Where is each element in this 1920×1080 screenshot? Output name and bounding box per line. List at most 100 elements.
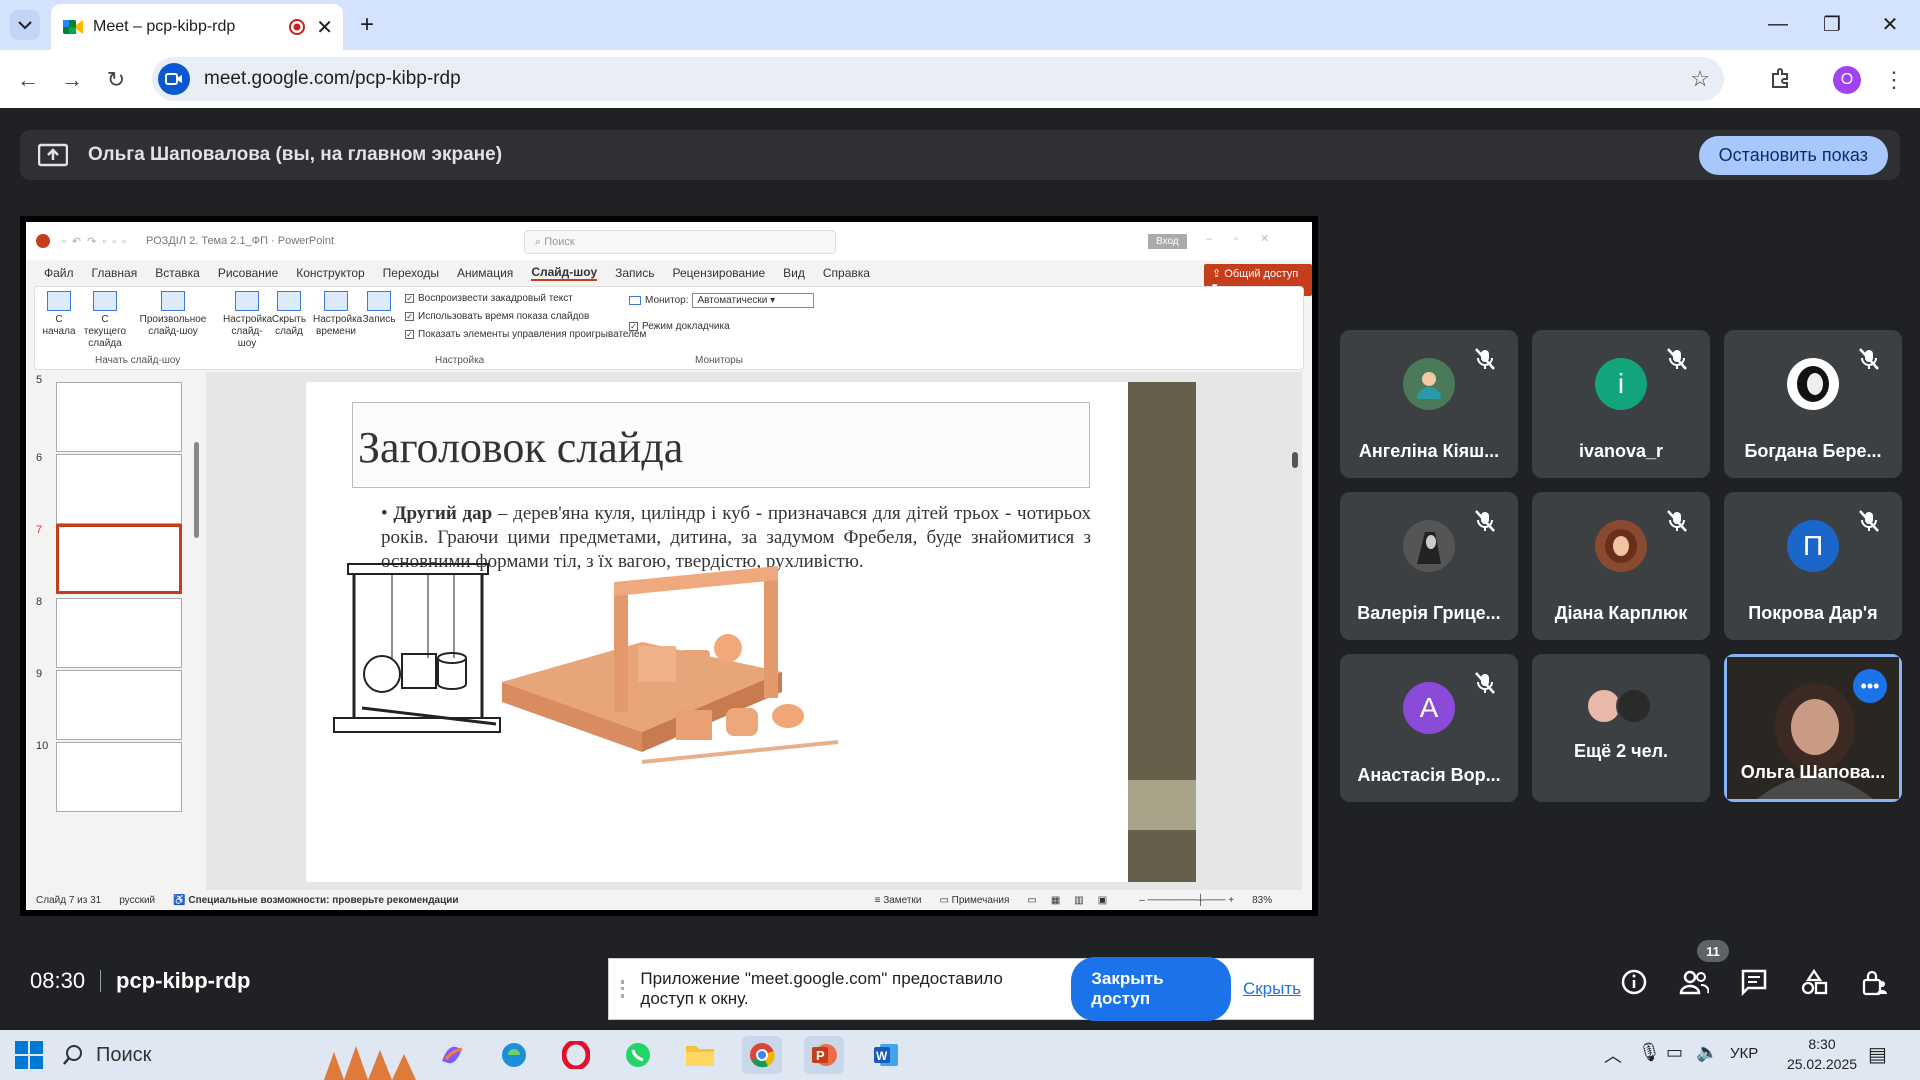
browser-menu-icon[interactable]: ⋮ <box>1878 64 1910 96</box>
participant-tile[interactable]: Богдана Бере... <box>1724 330 1902 478</box>
whatsapp-app-icon[interactable] <box>618 1036 658 1074</box>
ppt-menu-help[interactable]: Справка <box>823 266 870 280</box>
timings-checkbox[interactable]: ✓ Использовать время показа слайдов <box>405 311 589 322</box>
hide-notice-link[interactable]: Скрыть <box>1243 979 1301 999</box>
stop-presenting-button[interactable]: Остановить показ <box>1698 135 1888 175</box>
restore-button[interactable]: ❐ <box>1812 8 1852 40</box>
site-info-icon[interactable] <box>158 63 190 95</box>
participant-tile[interactable]: Ангеліна Кіяш... <box>1340 330 1518 478</box>
ppt-menu-record[interactable]: Запись <box>615 266 654 280</box>
reload-button[interactable]: ↻ <box>100 64 132 96</box>
notifications-icon[interactable]: ▤ <box>1868 1042 1887 1067</box>
extensions-icon[interactable] <box>1764 62 1796 94</box>
more-options-icon[interactable]: ••• <box>1853 669 1887 703</box>
current-slide[interactable]: Заголовок слайда • Другий дар – дерев'ян… <box>306 382 1196 882</box>
controls-checkbox[interactable]: ✓ Показать элементы управления проигрыват… <box>405 329 646 340</box>
ppt-window-controls[interactable]: –▫✕ <box>1206 232 1291 245</box>
people-button[interactable] <box>1674 962 1714 1002</box>
participant-tile[interactable]: i ivanova_r <box>1532 330 1710 478</box>
new-tab-button[interactable]: + <box>352 10 382 40</box>
word-app-icon[interactable]: W <box>866 1036 906 1074</box>
accessibility-status[interactable]: ♿ Специальные возможности: проверьте рек… <box>173 895 458 906</box>
slide-thumbnail-7[interactable] <box>56 524 182 594</box>
more-participants-tile[interactable]: Ещё 2 чел. <box>1532 654 1710 802</box>
monitor-dropdown[interactable]: Автоматически ▾ <box>692 293 815 308</box>
minimize-button[interactable]: — <box>1758 8 1798 40</box>
activities-button[interactable] <box>1794 962 1834 1002</box>
thumbnails-scrollbar[interactable] <box>194 442 199 538</box>
slide-thumbnail-8[interactable] <box>56 598 182 668</box>
meeting-info-button[interactable] <box>1614 962 1654 1002</box>
file-explorer-icon[interactable] <box>680 1036 720 1074</box>
windows-start-icon[interactable] <box>14 1040 44 1070</box>
zoom-level[interactable]: 83% <box>1252 895 1272 906</box>
address-bar[interactable]: meet.google.com/pcp-kibp-rdp ☆ <box>152 57 1724 101</box>
volume-icon[interactable]: 🔈 <box>1696 1042 1718 1063</box>
slide-thumbnail-10[interactable] <box>56 742 182 812</box>
ppt-search-placeholder: Поиск <box>544 236 575 248</box>
close-tab-icon[interactable]: ✕ <box>316 15 333 40</box>
ppt-menu-file[interactable]: Файл <box>44 266 74 280</box>
ppt-menu-view[interactable]: Вид <box>783 266 805 280</box>
slide-scrollbar[interactable] <box>1292 452 1298 468</box>
back-button[interactable]: ← <box>12 64 44 96</box>
rehearse-button[interactable]: Настройка времени <box>313 291 362 338</box>
view-buttons[interactable]: ▭▦▥▣ <box>1027 895 1121 906</box>
monitor-icon <box>629 296 641 305</box>
chat-button[interactable] <box>1734 962 1774 1002</box>
ppt-menu-slideshow[interactable]: Слайд-шоу <box>531 265 598 281</box>
participant-tile[interactable]: П Покрова Дар'я <box>1724 492 1902 640</box>
self-video-tile[interactable]: ••• Ольга Шапова... <box>1724 654 1902 802</box>
narration-checkbox[interactable]: ✓ Воспроизвести закадровый текст <box>405 293 573 304</box>
ppt-menu-insert[interactable]: Вставка <box>155 266 200 280</box>
ppt-menu-review[interactable]: Рецензирование <box>673 266 766 280</box>
profile-avatar[interactable]: O <box>1833 66 1861 94</box>
slide-thumbnail-6[interactable] <box>56 454 182 524</box>
group-monitors-label: Мониторы <box>695 355 743 366</box>
custom-show-button[interactable]: Произвольное слайд-шоу <box>135 291 211 338</box>
participant-tile[interactable]: Діана Карплюк <box>1532 492 1710 640</box>
slide-thumbnail-5[interactable] <box>56 382 182 452</box>
slide-thumbnail-9[interactable] <box>56 670 182 740</box>
tab-search-button[interactable] <box>10 10 40 40</box>
opera-app-icon[interactable] <box>556 1036 596 1074</box>
participant-tile[interactable]: A Анастасія Вор... <box>1340 654 1518 802</box>
drag-handle-icon[interactable] <box>621 980 628 998</box>
edge-app-icon[interactable] <box>494 1036 534 1074</box>
chrome-app-icon[interactable] <box>742 1036 782 1074</box>
presenter-view-checkbox[interactable]: ✓ Режим докладчика <box>629 321 730 332</box>
input-language[interactable]: УКР <box>1730 1045 1758 1062</box>
setup-show-button[interactable]: Настройка слайд-шоу <box>223 291 272 350</box>
from-current-button[interactable]: С текущего слайда <box>79 291 131 350</box>
host-controls-button[interactable] <box>1854 962 1894 1002</box>
comments-button[interactable]: ▭ Примечания <box>939 895 1009 906</box>
language-indicator[interactable]: русский <box>119 895 155 906</box>
taskbar-search[interactable]: Поиск <box>62 1036 322 1074</box>
browser-tab-meet[interactable]: Meet – pcp-kibp-rdp ✕ <box>51 4 343 50</box>
close-window-button[interactable]: ✕ <box>1870 8 1910 40</box>
notes-button[interactable]: ≡ Заметки <box>875 895 922 906</box>
hide-slide-button[interactable]: Скрыть слайд <box>271 291 307 338</box>
ppt-signin-button[interactable]: Вход <box>1148 234 1187 249</box>
ppt-menu-design[interactable]: Конструктор <box>296 266 364 280</box>
system-clock[interactable]: 8:30 25.02.2025 <box>1782 1034 1862 1074</box>
ppt-menu-draw[interactable]: Рисование <box>218 266 278 280</box>
ppt-search-box[interactable]: ⌕ Поиск <box>524 230 836 254</box>
zoom-slider[interactable]: – ───────┼─── + <box>1139 895 1234 906</box>
network-icon[interactable]: ▭ <box>1666 1042 1683 1063</box>
participant-tile[interactable]: Валерія Грице... <box>1340 492 1518 640</box>
microphone-icon[interactable]: 🎙 <box>1638 1042 1661 1063</box>
powerpoint-app-icon[interactable]: P <box>804 1036 844 1074</box>
from-start-button[interactable]: С начала <box>41 291 77 338</box>
tray-chevron-up-icon[interactable]: ︿ <box>1604 1042 1622 1068</box>
forward-button[interactable]: → <box>56 64 88 96</box>
stop-sharing-button[interactable]: Закрыть доступ <box>1071 957 1231 1021</box>
copilot-app-icon[interactable] <box>432 1036 472 1074</box>
ppt-menu-transitions[interactable]: Переходы <box>383 266 439 280</box>
ppt-menu-home[interactable]: Главная <box>92 266 138 280</box>
ppt-menu-animation[interactable]: Анимация <box>457 266 513 280</box>
thumb-number: 5 <box>36 374 43 386</box>
record-button[interactable]: Запись <box>361 291 397 326</box>
monitor-select[interactable]: Монитор: Автоматически ▾ <box>629 293 815 308</box>
bookmark-star-icon[interactable]: ☆ <box>1690 66 1710 92</box>
